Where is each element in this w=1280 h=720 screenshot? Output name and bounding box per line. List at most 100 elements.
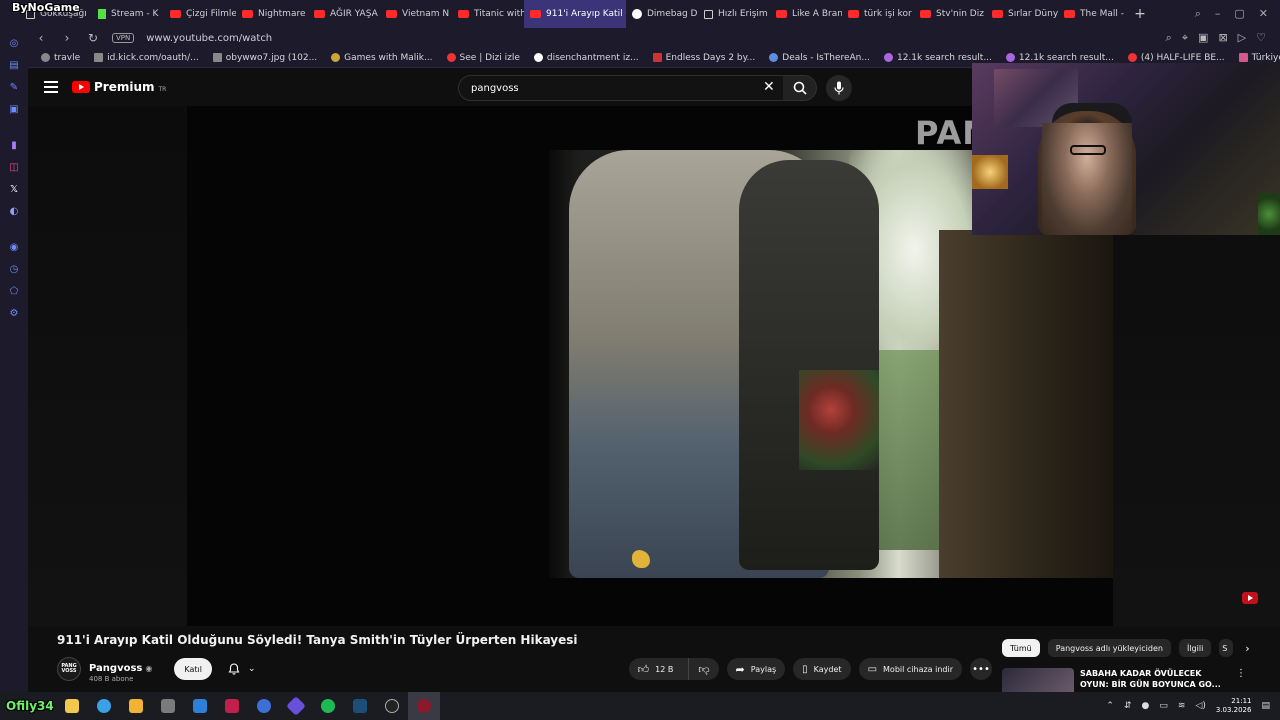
forward-icon[interactable]: ›: [60, 31, 74, 45]
bookmark[interactable]: travle: [34, 53, 87, 63]
chevron-right-icon[interactable]: ›: [1245, 642, 1249, 655]
volume-icon[interactable]: ◁): [1195, 701, 1205, 711]
display-icon[interactable]: ▭: [1159, 701, 1168, 711]
bookmark[interactable]: Games with Malik...: [324, 53, 439, 63]
new-tab-button[interactable]: +: [1130, 6, 1150, 22]
tab[interactable]: Vietnam N: [380, 0, 452, 28]
tab[interactable]: Stv'nin Diz: [914, 0, 986, 28]
like-button[interactable]: 👍︎ 12 B: [629, 658, 683, 680]
download-button[interactable]: ▭ Mobil cihaza indir: [858, 658, 962, 680]
minimize-icon[interactable]: –: [1215, 7, 1221, 21]
tab[interactable]: Stream - K: [92, 0, 164, 28]
notifications-icon[interactable]: ▤: [1261, 701, 1270, 711]
save-button[interactable]: ▯ Kaydet: [793, 658, 851, 680]
adblock-icon[interactable]: ⊠: [1218, 31, 1227, 45]
clear-search-icon[interactable]: ✕: [763, 79, 775, 95]
chip-related[interactable]: İlgili: [1178, 639, 1212, 657]
notifications-button[interactable]: ⌄: [222, 658, 262, 680]
tab[interactable]: Titanic with: [452, 0, 524, 28]
tab[interactable]: Nightmare: [236, 0, 308, 28]
taskbar-app[interactable]: [280, 692, 312, 720]
back-icon[interactable]: ‹: [34, 31, 48, 45]
sidebar-mail-icon[interactable]: ▣: [6, 98, 22, 120]
sidebar-home-icon[interactable]: ◎: [6, 32, 22, 54]
more-vertical-icon[interactable]: ⋮: [1236, 668, 1246, 692]
taskbar-app-active[interactable]: [408, 692, 440, 720]
tab[interactable]: Sırlar Düny: [986, 0, 1058, 28]
join-button[interactable]: Katıl: [174, 658, 212, 680]
diamond-icon: [286, 696, 306, 716]
hamburger-menu-icon[interactable]: [44, 81, 58, 93]
vpn-badge[interactable]: VPN: [112, 33, 135, 43]
screenshot-icon[interactable]: ▣: [1198, 31, 1208, 45]
url-field[interactable]: www.youtube.com/watch: [146, 33, 272, 44]
bookmark[interactable]: Türkiye'deki İkinci...: [1232, 53, 1280, 63]
tab[interactable]: türk işi kor: [842, 0, 914, 28]
share-button[interactable]: ➦ Paylaş: [726, 658, 786, 680]
maximize-icon[interactable]: ▢: [1234, 7, 1244, 21]
chevron-up-icon[interactable]: ⌃: [1106, 701, 1114, 711]
sidebar-extensions-icon[interactable]: ⬠: [6, 280, 22, 302]
taskbar-app[interactable]: [152, 692, 184, 720]
instagram-icon[interactable]: ◫: [6, 156, 22, 178]
taskbar-app[interactable]: [120, 692, 152, 720]
microphone-tray-icon[interactable]: ●: [1141, 701, 1149, 711]
tab[interactable]: Çizgi Filmle: [164, 0, 236, 28]
search-tabs-icon[interactable]: ⌕: [1195, 7, 1201, 21]
bookmark[interactable]: (4) HALF-LIFE BE...: [1121, 53, 1232, 63]
more-actions-button[interactable]: •••: [970, 658, 992, 680]
taskbar-app[interactable]: [376, 692, 408, 720]
bookmark[interactable]: disenchantment iz...: [527, 53, 646, 63]
search-button[interactable]: [783, 75, 817, 101]
taskbar-app[interactable]: [88, 692, 120, 720]
reload-icon[interactable]: ↻: [86, 31, 100, 45]
zoom-icon[interactable]: ⌕: [1166, 31, 1172, 45]
voice-search-button[interactable]: [826, 75, 852, 101]
player-icon[interactable]: ▷: [1238, 31, 1246, 45]
recommended-video[interactable]: SABAHA KADAR ÖVÜLECEK OYUN: BİR GÜN BOYU…: [1002, 668, 1248, 692]
taskbar-app[interactable]: [248, 692, 280, 720]
sidebar-player-icon[interactable]: ◉: [6, 236, 22, 258]
youtube-logo[interactable]: Premium TR: [72, 80, 166, 94]
search-input[interactable]: pangvoss: [458, 75, 788, 101]
tab[interactable]: The Mall -: [1058, 0, 1130, 28]
tab[interactable]: Dimebag D: [626, 0, 698, 28]
tab[interactable]: AĞIR YAŞA: [308, 0, 380, 28]
chip-more[interactable]: S: [1219, 639, 1234, 657]
twitch-icon[interactable]: ▮: [6, 134, 22, 156]
pin-icon[interactable]: ⌖: [1182, 31, 1188, 45]
x-icon[interactable]: 𝕏: [6, 178, 22, 200]
tab[interactable]: Hızlı Erişim: [698, 0, 770, 28]
taskbar-app[interactable]: [56, 692, 88, 720]
clock[interactable]: 21:11 3.03.2026: [1216, 697, 1252, 715]
dislike-button[interactable]: 👎︎: [688, 658, 718, 680]
channel-name[interactable]: Pangvoss: [89, 663, 142, 674]
taskbar-app[interactable]: [184, 692, 216, 720]
network-icon[interactable]: ⇵: [1124, 701, 1132, 711]
chip-all[interactable]: Tümü: [1002, 639, 1040, 657]
bookmark[interactable]: Deals - IsThereAn...: [762, 53, 877, 63]
bookmark[interactable]: See | Dizi izle: [440, 53, 527, 63]
taskbar-app[interactable]: [216, 692, 248, 720]
youtube-brand: Premium: [94, 80, 155, 94]
bookmark[interactable]: 12.1k search result...: [999, 53, 1121, 63]
taskbar-app[interactable]: [312, 692, 344, 720]
bookmark[interactable]: obywwo7.jpg (102...: [206, 53, 324, 63]
heart-icon[interactable]: ♡: [1256, 31, 1266, 45]
tab[interactable]: Like A Bran: [770, 0, 842, 28]
sidebar-bag-icon[interactable]: ▤: [6, 54, 22, 76]
bookmark[interactable]: id.kick.com/oauth/...: [87, 53, 206, 63]
discord-icon[interactable]: ◐: [6, 200, 22, 222]
sidebar-settings-icon[interactable]: ⚙: [6, 302, 22, 324]
wifi-icon[interactable]: ≋: [1178, 701, 1186, 711]
chip-from-uploader[interactable]: Pangvoss adlı yükleyiciden: [1047, 639, 1171, 657]
tab-active[interactable]: 911'i Arayıp Katil Old: [524, 0, 626, 28]
close-icon[interactable]: ✕: [1259, 7, 1268, 21]
taskbar-app[interactable]: [344, 692, 376, 720]
sidebar-history-icon[interactable]: ◷: [6, 258, 22, 280]
sidebar-edit-icon[interactable]: ✎: [6, 76, 22, 98]
channel-avatar[interactable]: PANG VOSS: [57, 657, 81, 681]
bookmark[interactable]: Endless Days 2 by...: [646, 53, 763, 63]
bookmark[interactable]: 12.1k search result...: [877, 53, 999, 63]
spotify-icon: [321, 699, 335, 713]
